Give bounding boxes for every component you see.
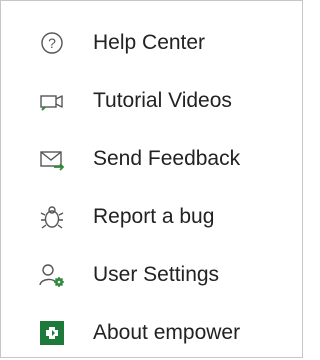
video-camera-icon [39, 88, 65, 114]
menu-item-help-center[interactable]: ? Help Center [1, 16, 302, 70]
help-menu: ? Help Center Tutorial Videos Send Feedb… [0, 0, 303, 358]
menu-item-send-feedback[interactable]: Send Feedback [1, 132, 302, 186]
svg-text:?: ? [48, 35, 56, 51]
menu-item-tutorial-videos[interactable]: Tutorial Videos [1, 74, 302, 128]
menu-item-label: Help Center [93, 31, 206, 54]
help-circle-icon: ? [39, 30, 65, 56]
menu-item-about-empower[interactable]: About empower [1, 306, 302, 360]
menu-item-label: Tutorial Videos [93, 89, 232, 112]
envelope-send-icon [39, 146, 65, 172]
user-settings-icon [39, 262, 65, 288]
menu-item-user-settings[interactable]: User Settings [1, 248, 302, 302]
menu-item-report-bug[interactable]: Report a bug [1, 190, 302, 244]
empower-logo-icon [39, 320, 65, 346]
menu-item-label: Send Feedback [93, 147, 241, 170]
menu-item-label: Report a bug [93, 205, 215, 228]
bug-icon [39, 204, 65, 230]
menu-item-label: User Settings [93, 263, 220, 286]
menu-item-label: About empower [93, 321, 241, 344]
